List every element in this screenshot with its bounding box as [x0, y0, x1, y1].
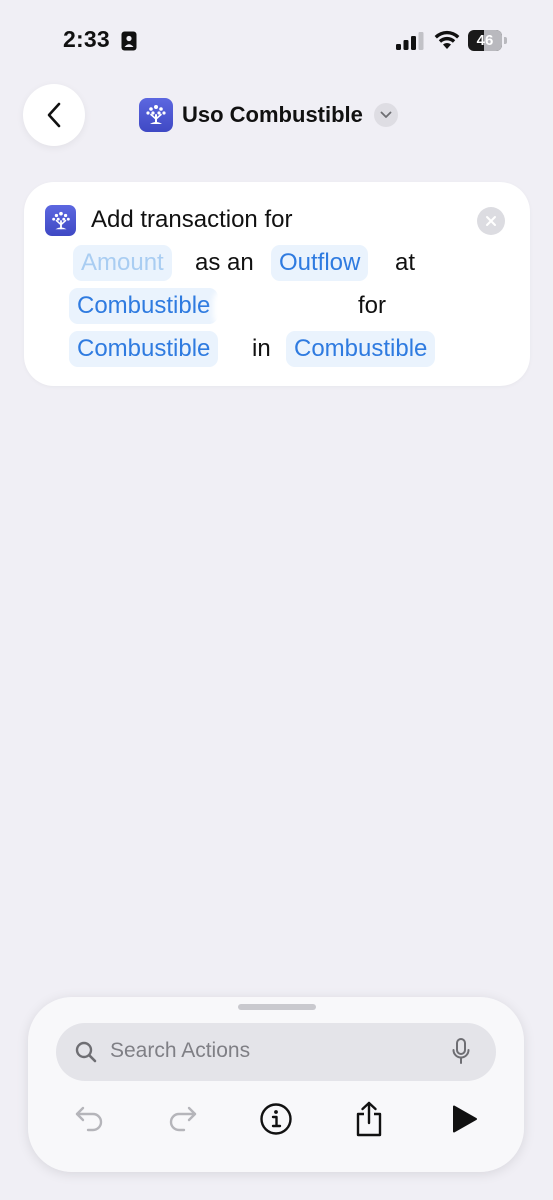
shortcut-editor-screen: 2:33 46 Uso Combustible Add transaction … [0, 0, 553, 1200]
action-text-at: at [395, 249, 416, 276]
info-button[interactable] [258, 1101, 294, 1137]
redacted-area [219, 295, 345, 321]
action-text-in: in [252, 335, 271, 362]
redo-icon [169, 1106, 197, 1132]
app-tree-icon [45, 205, 76, 236]
close-icon [486, 216, 496, 226]
microphone-icon[interactable] [452, 1038, 470, 1066]
chevron-down-icon[interactable] [373, 103, 398, 127]
cellular-signal-icon [396, 32, 424, 50]
share-icon [356, 1101, 382, 1137]
app-tree-icon [139, 98, 173, 132]
page-title: Uso Combustible [182, 102, 363, 127]
battery-tip [504, 37, 507, 44]
undo-button[interactable] [72, 1101, 108, 1137]
amount-token[interactable]: Amount [73, 245, 172, 281]
action-text-for: for [358, 292, 387, 319]
sheet-grabber[interactable] [238, 1004, 316, 1010]
search-placeholder: Search Actions [110, 1039, 251, 1062]
category-token[interactable]: Combustible [69, 331, 219, 367]
battery-indicator: 46 [468, 30, 508, 51]
account-token[interactable]: Combustible [286, 331, 436, 367]
undo-icon [75, 1106, 103, 1132]
payee-token[interactable]: Combustible [69, 288, 219, 324]
focus-mode-icon [121, 31, 137, 51]
remove-action-button[interactable] [477, 207, 505, 235]
info-icon [260, 1103, 292, 1135]
run-shortcut-button[interactable] [446, 1101, 482, 1137]
shortcut-title-menu[interactable]: Uso Combustible [139, 97, 398, 133]
battery-level: 46 [476, 32, 494, 49]
wifi-icon [434, 30, 460, 49]
status-bar: 2:33 46 [0, 0, 553, 80]
action-card[interactable]: Add transaction for Amount as an Outflow… [24, 182, 530, 386]
share-button[interactable] [351, 1101, 387, 1137]
status-time: 2:33 [63, 26, 110, 52]
play-icon [453, 1105, 477, 1133]
back-button[interactable] [23, 84, 85, 146]
redo-button[interactable] [164, 1101, 200, 1137]
action-toolbar: Search Actions [28, 997, 524, 1172]
action-text-as-an: as an [195, 249, 254, 276]
search-icon [75, 1041, 97, 1063]
flow-type-token[interactable]: Outflow [271, 245, 369, 281]
action-title: Add transaction for [91, 206, 293, 233]
search-actions-input[interactable]: Search Actions [56, 1023, 496, 1081]
back-chevron-icon [47, 102, 61, 128]
